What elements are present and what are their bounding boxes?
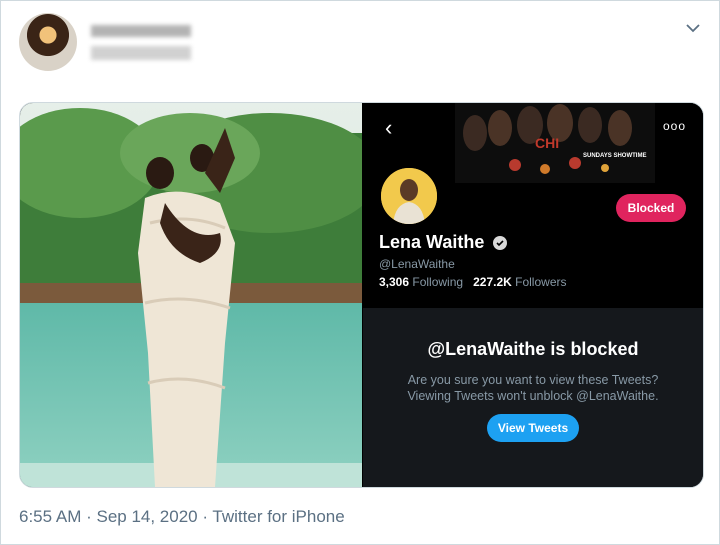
show-logo: CHI xyxy=(535,135,559,151)
author-avatar[interactable] xyxy=(19,13,77,71)
more-options-icon[interactable]: ooo xyxy=(663,119,686,133)
blocked-button[interactable]: Blocked xyxy=(616,194,686,222)
author-handle-blurred[interactable] xyxy=(91,46,191,60)
profile-header: CHI SUNDAYS SHOWTIME ‹ ooo Blocked Lena … xyxy=(363,103,703,308)
chevron-down-icon[interactable] xyxy=(684,19,702,37)
profile-avatar[interactable] xyxy=(379,166,439,226)
profile-stats: 3,306 Following 227.2K Followers xyxy=(379,275,567,289)
following-count[interactable]: 3,306 xyxy=(379,275,409,289)
followers-label[interactable]: Followers xyxy=(515,275,566,289)
profile-handle: @LenaWaithe xyxy=(379,257,455,271)
blocked-profile-screenshot: CHI SUNDAYS SHOWTIME ‹ ooo Blocked Lena … xyxy=(363,103,703,487)
profile-name-text: Lena Waithe xyxy=(379,232,485,252)
banner-text: SUNDAYS SHOWTIME xyxy=(583,153,646,159)
back-arrow-icon[interactable]: ‹ xyxy=(385,117,392,139)
tweet-timestamp[interactable]: 6:55 AM · Sep 14, 2020 · Twitter for iPh… xyxy=(19,507,345,527)
blocked-message-line2: Viewing Tweets won't unblock @LenaWaithe… xyxy=(407,389,659,403)
blocked-title: @LenaWaithe is blocked xyxy=(427,339,639,359)
following-label[interactable]: Following xyxy=(412,275,463,289)
blocked-message-line1: Are you sure you want to view these Twee… xyxy=(407,373,659,387)
followers-count[interactable]: 227.2K xyxy=(473,275,512,289)
profile-name: Lena Waithe xyxy=(379,232,508,253)
show-banner: CHI SUNDAYS SHOWTIME xyxy=(455,103,655,183)
author-name-blurred[interactable] xyxy=(91,25,191,37)
media-container[interactable]: CHI SUNDAYS SHOWTIME ‹ ooo Blocked Lena … xyxy=(19,102,704,488)
verified-badge-icon xyxy=(493,236,508,251)
tweet-card: CHI SUNDAYS SHOWTIME ‹ ooo Blocked Lena … xyxy=(0,0,720,545)
view-tweets-button[interactable]: View Tweets xyxy=(487,414,579,442)
couple-photo[interactable] xyxy=(20,103,362,487)
